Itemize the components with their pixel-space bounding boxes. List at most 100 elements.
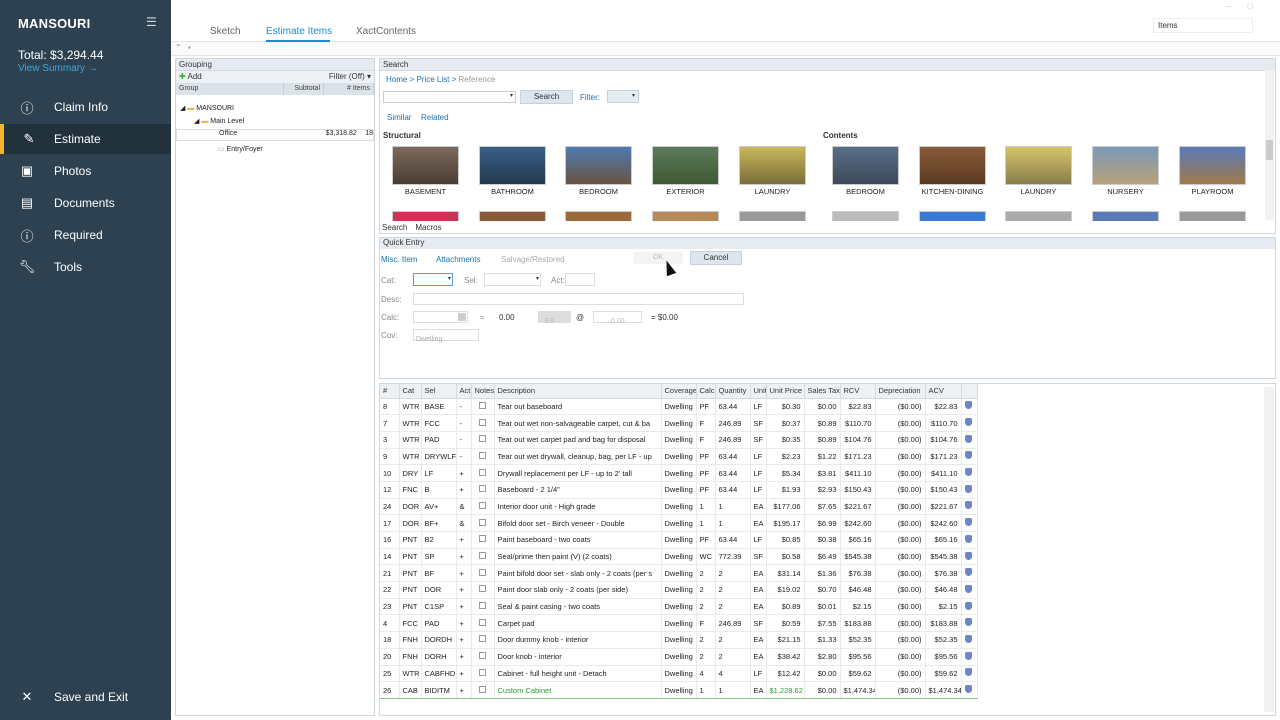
- tree-entry[interactable]: ▭ Entry/Foyer: [218, 145, 263, 153]
- table-row[interactable]: 9 WTR DRYWLF - Tear out wet drywall, cleanup…: [380, 448, 978, 466]
- column-header[interactable]: Calc: [696, 384, 716, 399]
- col-subtotal[interactable]: Subtotal: [284, 83, 324, 95]
- search-button[interactable]: Search: [520, 90, 573, 104]
- shield-icon[interactable]: [964, 534, 972, 543]
- table-row[interactable]: 14 PNT SP + Seal/prime then paint (V) (2 coa…: [380, 548, 978, 566]
- column-header[interactable]: ACV: [925, 384, 962, 399]
- price-input[interactable]: 0.00: [593, 311, 642, 325]
- table-row[interactable]: 24 DOR AV+ & Interior door unit - High grade…: [380, 498, 978, 516]
- sel-input[interactable]: ▾: [484, 273, 541, 286]
- related-link[interactable]: Related: [421, 113, 449, 122]
- note-icon[interactable]: [479, 401, 486, 409]
- note-icon[interactable]: [479, 618, 486, 626]
- grouping-filter[interactable]: Filter (Off) ▾: [329, 72, 371, 82]
- tab-estimate-items[interactable]: Estimate Items: [266, 26, 332, 37]
- attachments-link[interactable]: Attachments: [436, 255, 480, 264]
- column-header[interactable]: Sel: [421, 384, 457, 399]
- table-row[interactable]: 7 WTR FCC - Tear out wet non-salvageable car…: [380, 414, 978, 432]
- shield-icon[interactable]: [964, 685, 972, 694]
- desc-input[interactable]: [413, 293, 744, 305]
- column-header[interactable]: Description: [494, 384, 662, 399]
- thumb-kitchen-dining[interactable]: KITCHEN-DINING: [919, 146, 986, 196]
- table-row[interactable]: 25 WTR CABFHD + Cabinet - full height unit -…: [380, 665, 978, 683]
- column-header[interactable]: Notes: [471, 384, 495, 399]
- tree-office[interactable]: Office $3,318.82 18: [176, 129, 374, 141]
- thumb-contents-laundry[interactable]: LAUNDRY: [1005, 146, 1072, 196]
- column-header[interactable]: Act: [456, 384, 472, 399]
- table-row[interactable]: 4 FCC PAD + Carpet pad Dwelling F 246.89 SF $0.59…: [380, 614, 978, 633]
- column-header[interactable]: RCV: [840, 384, 876, 399]
- table-row[interactable]: 21 PNT BF + Paint bifold door set - slab onl…: [380, 564, 978, 583]
- table-row[interactable]: 10 DRY LF + Drywall replacement per LF - up …: [380, 464, 978, 482]
- tab-macros[interactable]: Macros: [415, 223, 441, 232]
- note-icon[interactable]: [479, 535, 486, 543]
- save-exit-button[interactable]: ✕ Save and Exit: [0, 682, 171, 712]
- note-icon[interactable]: [479, 552, 486, 560]
- search-input[interactable]: ▾: [383, 91, 516, 103]
- up-arrow-icon[interactable]: ⌃: [175, 43, 182, 52]
- add-group-button[interactable]: ✚ Add: [179, 72, 202, 82]
- shield-icon[interactable]: [964, 501, 972, 510]
- col-items[interactable]: # Items: [324, 83, 374, 95]
- column-header[interactable]: Unit: [750, 384, 767, 399]
- tab-sketch[interactable]: Sketch: [210, 26, 241, 37]
- grid-scrollbar[interactable]: [1264, 387, 1274, 712]
- shield-icon[interactable]: [964, 451, 972, 460]
- nav-documents[interactable]: ▤ Documents: [0, 188, 171, 218]
- note-icon[interactable]: [479, 635, 486, 643]
- crumb-home[interactable]: Home: [386, 75, 407, 84]
- note-icon[interactable]: [479, 468, 486, 476]
- shield-icon[interactable]: [964, 518, 972, 527]
- note-icon[interactable]: [479, 485, 486, 493]
- table-row[interactable]: 26 CAB BIDITM + Custom Cabinet Dwelling 1 1 EA $1…: [380, 681, 978, 699]
- tab-search[interactable]: Search: [382, 223, 407, 232]
- shield-icon[interactable]: [964, 601, 972, 610]
- nav-tools[interactable]: 🔧︎ Tools: [0, 252, 171, 282]
- shield-icon[interactable]: [964, 651, 972, 660]
- table-row[interactable]: 23 PNT C1SP + Seal & paint casing - two coat…: [380, 598, 978, 616]
- note-icon[interactable]: [479, 668, 486, 676]
- shield-icon[interactable]: [964, 484, 972, 493]
- note-icon[interactable]: [479, 685, 486, 693]
- thumb-basement[interactable]: BASEMENT: [392, 146, 459, 196]
- note-icon[interactable]: [479, 585, 486, 593]
- doc-icon[interactable]: ▪: [188, 43, 191, 52]
- note-icon[interactable]: [479, 652, 486, 660]
- note-icon[interactable]: [479, 602, 486, 610]
- coverage-dropdown[interactable]: Dwelling: [413, 329, 479, 343]
- shield-icon[interactable]: [964, 434, 972, 443]
- calculator-icon[interactable]: [458, 313, 466, 321]
- thumb-bathroom[interactable]: BATHROOM: [479, 146, 546, 196]
- note-icon[interactable]: [479, 451, 486, 459]
- table-row[interactable]: 16 PNT B2 + Paint baseboard - two coats Dwell…: [380, 531, 978, 549]
- nav-estimate[interactable]: ✎ Estimate: [0, 124, 171, 154]
- view-summary-link[interactable]: View Summary →: [18, 63, 98, 74]
- misc-item-link[interactable]: Misc. Item: [381, 255, 417, 264]
- cancel-button[interactable]: Cancel: [690, 251, 742, 265]
- table-row[interactable]: 12 FNC B + Baseboard - 2 1/4" Dwelling PF 63.44…: [380, 481, 978, 499]
- tree-level[interactable]: ◢ ▬ Main Level: [194, 117, 244, 125]
- thumb-playroom[interactable]: PLAYROOM: [1179, 146, 1246, 196]
- table-row[interactable]: 22 PNT DOR + Paint door slab only - 2 coats …: [380, 581, 978, 599]
- calc-input[interactable]: [413, 311, 468, 323]
- cat-input[interactable]: ▾: [413, 273, 453, 286]
- column-header[interactable]: Depreciation: [875, 384, 926, 399]
- col-group[interactable]: Group: [176, 83, 284, 95]
- column-header[interactable]: Cat: [399, 384, 422, 399]
- note-icon[interactable]: [479, 568, 486, 576]
- thumb-contents-bedroom[interactable]: BEDROOM: [832, 146, 899, 196]
- shield-icon[interactable]: [964, 634, 972, 643]
- note-icon[interactable]: [479, 501, 486, 509]
- collapse-menu-icon[interactable]: ☰: [146, 15, 157, 29]
- note-icon[interactable]: [479, 418, 486, 426]
- salvage-link[interactable]: Salvage/Restored: [501, 255, 565, 264]
- nav-required[interactable]: ⓘ Required: [0, 220, 171, 250]
- tab-xactcontents[interactable]: XactContents: [356, 26, 416, 37]
- search-scroll-thumb[interactable]: [1266, 140, 1273, 160]
- ok-button[interactable]: OK: [633, 252, 683, 264]
- table-row[interactable]: 18 FNH DORDH + Door dummy knob - interior Dwe…: [380, 631, 978, 649]
- shield-icon[interactable]: [964, 568, 972, 577]
- shield-icon[interactable]: [964, 418, 972, 427]
- table-row[interactable]: 3 WTR PAD - Tear out wet carpet pad and bag …: [380, 431, 978, 449]
- items-dropdown[interactable]: Items: [1153, 18, 1253, 33]
